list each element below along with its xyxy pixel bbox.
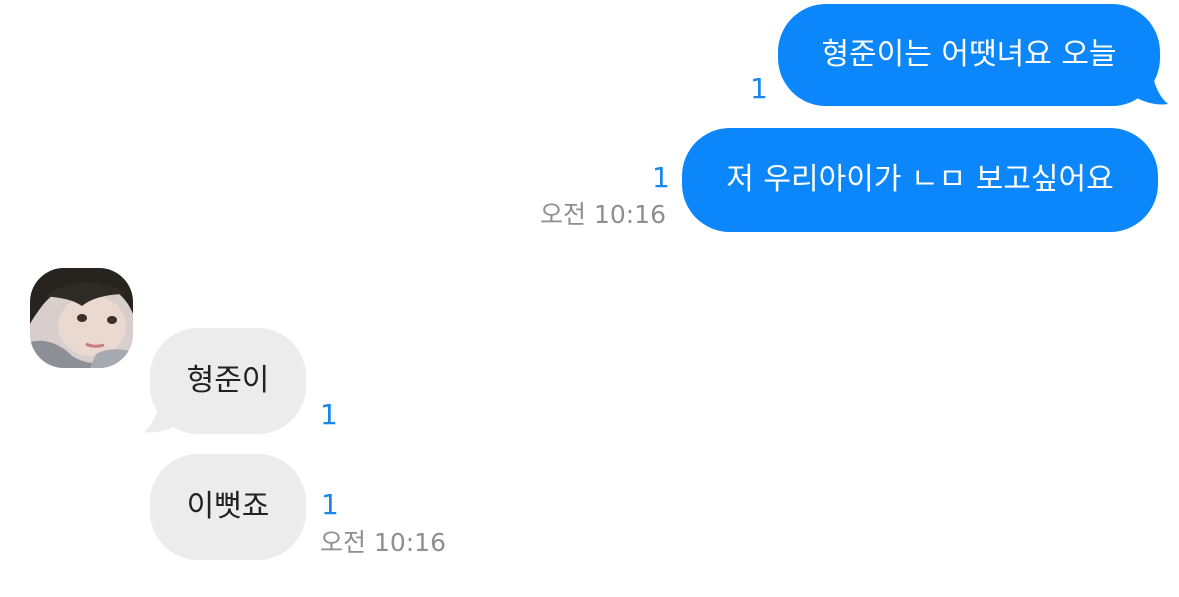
unread-count: 1 <box>750 72 768 105</box>
avatar-photo-icon <box>30 268 133 368</box>
contact-avatar[interactable] <box>30 268 133 368</box>
message-timestamp: 오전 10:16 <box>540 200 666 229</box>
unread-count: 1 <box>652 161 670 194</box>
unread-count: 1 <box>320 398 338 431</box>
unread-count: 1 <box>321 488 339 521</box>
message-timestamp: 오전 10:16 <box>320 528 446 557</box>
incoming-message-text: 형준이 <box>186 363 270 398</box>
incoming-message-bubble[interactable]: 이뻣죠 <box>150 454 306 560</box>
bubble-tail-icon <box>144 388 182 433</box>
outgoing-message-bubble[interactable]: 형준이는 어땟녀요 오늘 <box>778 4 1160 106</box>
outgoing-message-text: 저 우리아이가 ㄴㅁ 보고싶어요 <box>726 162 1114 197</box>
outgoing-message-text: 형준이는 어땟녀요 오늘 <box>821 37 1117 72</box>
incoming-message-text: 이뻣죠 <box>186 489 270 524</box>
outgoing-message-bubble[interactable]: 저 우리아이가 ㄴㅁ 보고싶어요 <box>682 128 1158 232</box>
bubble-tail-icon <box>1130 60 1168 105</box>
